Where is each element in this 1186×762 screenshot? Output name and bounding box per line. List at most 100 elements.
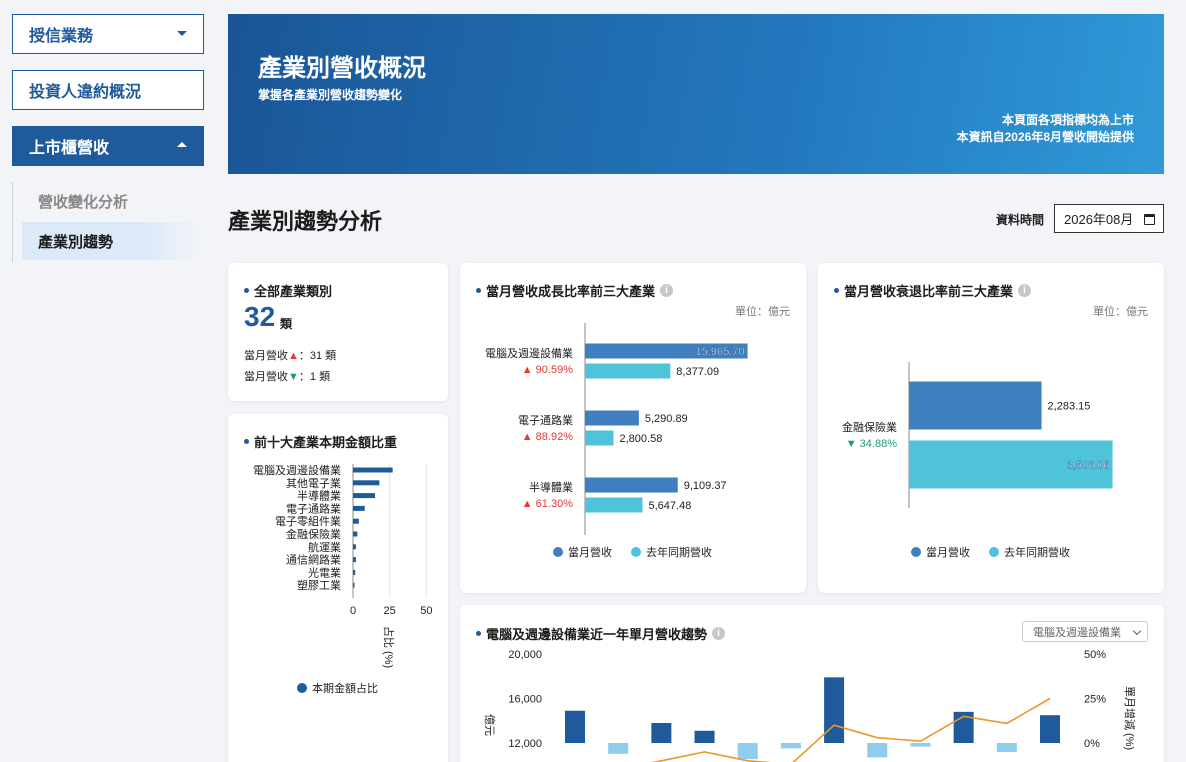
card-title-text: 當月營收成長比率前三大產業 <box>486 284 656 299</box>
industry-select-value: 電腦及週邊設備業 <box>1033 626 1121 639</box>
bar <box>353 480 380 486</box>
legend-label: 當月營收 <box>926 545 970 559</box>
industry-select[interactable]: 電腦及週邊設備業 <box>1022 621 1148 642</box>
decline-chart: 金融保險業 ▼ 34.88% 2,283.15 3,506.06 當月營收 去年同期營收 <box>842 362 1113 559</box>
category-label: 電子通路業 <box>518 414 573 427</box>
series-line <box>651 697 1051 762</box>
sidebar-subitem-industry-trend[interactable]: 產業別趨勢 <box>22 222 198 260</box>
banner-note-line: 本資訊自2026年8月營收開始提供 <box>956 130 1134 144</box>
info-icon[interactable]: i <box>712 627 726 640</box>
industry-count-unit: 類 <box>280 317 293 331</box>
card-title-text: 前十大產業本期金額比重 <box>254 435 398 450</box>
card-title: 電腦及週邊設備業近一年單月營收趨勢 i <box>476 624 726 643</box>
bullet-icon <box>834 288 839 293</box>
date-picker[interactable]: 2026年08月 <box>1054 204 1164 233</box>
down-arrow-icon: ▼ <box>288 371 299 383</box>
banner-note-line: 本頁面各項指標均為上市 <box>1001 113 1134 127</box>
card-title-text: 全部產業類別 <box>254 284 333 299</box>
bar <box>353 544 356 550</box>
page-subtitle: 掌握各產業別營收趨勢變化 <box>258 88 403 102</box>
legend-label: 本期金額占比 <box>312 681 378 695</box>
bullet-icon <box>244 288 249 293</box>
bar <box>694 730 715 743</box>
legend-marker <box>989 547 999 557</box>
y-tick-label: 12,000 <box>508 738 542 750</box>
legend-label: 去年同期營收 <box>646 545 712 559</box>
change-bar <box>737 743 758 760</box>
legend-marker <box>911 547 921 557</box>
date-label: 資料時間 <box>996 213 1045 227</box>
change-rate: ▲ 88.92% <box>522 431 573 443</box>
bar <box>651 722 672 743</box>
sidebar-item-revenue[interactable]: 上市櫃營收 <box>12 126 204 166</box>
sidebar-subitem-label: 產業別趨勢 <box>38 233 114 251</box>
bar <box>1040 715 1060 743</box>
bullet-icon <box>476 288 481 293</box>
legend-label: 去年同期營收 <box>1004 545 1070 559</box>
x-tick-label: 50 <box>420 605 432 617</box>
section-title: 產業別趨勢分析 <box>228 209 383 234</box>
sidebar-item-label: 投資人違約概況 <box>29 84 142 101</box>
y-right-tick-label: 25% <box>1084 694 1106 706</box>
card-title: 當月營收成長比率前三大產業 i <box>476 281 674 300</box>
bar <box>353 505 365 511</box>
down-count-value: ：1 類 <box>298 371 331 383</box>
bar <box>353 569 356 575</box>
category-label: 半導體業 <box>529 480 573 494</box>
up-arrow-icon: ▲ <box>288 350 299 362</box>
bar <box>565 710 585 743</box>
change-bar <box>996 743 1017 752</box>
category-label: 航運業 <box>308 540 341 554</box>
sidebar-item-credit[interactable]: 授信業務 <box>12 14 204 54</box>
sidebar-subitem-analysis[interactable]: 營收變化分析 <box>22 182 198 220</box>
x-tick-label: 25 <box>384 605 396 617</box>
bar <box>353 582 355 588</box>
down-count-label: 當月營收 <box>244 371 288 383</box>
legend-label: 當月營收 <box>568 545 612 559</box>
y-right-axis-label: 單月增減 (%) <box>1123 686 1137 750</box>
change-bar <box>608 743 629 754</box>
calendar-icon[interactable] <box>1144 214 1155 225</box>
down-count: 當月營收▼：1 類 <box>244 368 330 384</box>
sidebar-item-label: 上市櫃營收 <box>29 140 110 157</box>
y-tick-label: 20,000 <box>508 649 542 661</box>
category-label: 光電業 <box>308 565 341 579</box>
category-label: 其他電子業 <box>286 477 341 490</box>
category-label: 電子零組件業 <box>275 515 341 528</box>
category-label: 通信網路業 <box>286 553 341 567</box>
info-icon[interactable]: i <box>660 284 674 297</box>
banner-note: 本頁面各項指標均為上市 本資訊自2026年8月營收開始提供 <box>957 112 1134 146</box>
decline-card: 當月營收衰退比率前三大產業 i 單位：億元 金融保險業 ▼ 34.88% 2,283.… <box>818 263 1164 593</box>
y-right-tick-label: 0% <box>1084 738 1100 750</box>
change-bar <box>910 743 931 747</box>
change-rate: ▲ 61.30% <box>522 498 573 510</box>
page-banner: 產業別營收概況 掌握各產業別營收趨勢變化 本頁面各項指標均為上市 本資訊自202… <box>228 14 1164 174</box>
category-label: 金融保險業 <box>842 420 897 434</box>
up-count: 當月營收▲：31 類 <box>244 347 336 363</box>
sidebar-subitem-label: 營收變化分析 <box>38 193 129 211</box>
bullet-icon <box>244 439 249 444</box>
category-label: 半導體業 <box>297 489 341 503</box>
data-label: 3,506.06 <box>1067 460 1110 472</box>
bar <box>353 467 393 473</box>
bullet-icon <box>476 631 481 636</box>
change-rate: ▼ 34.88% <box>846 438 897 450</box>
y-axis-label: 億元 <box>483 714 496 736</box>
growth-card: 當月營收成長比率前三大產業 i 單位：億元 電腦及週邊設備業 ▲ 90.59% 15,… <box>460 263 806 593</box>
info-icon[interactable]: i <box>1018 284 1032 297</box>
card-title: 前十大產業本期金額比重 <box>244 432 397 451</box>
card-title: 當月營收衰退比率前三大產業 i <box>834 281 1032 300</box>
sidebar-item-default[interactable]: 投資人違約概況 <box>12 70 204 110</box>
bar <box>585 497 643 513</box>
change-rate: ▲ 90.59% <box>522 364 573 376</box>
unit-label: 單位：億元 <box>735 306 790 318</box>
bar <box>353 531 358 537</box>
bar <box>585 430 614 446</box>
card-title: 全部產業類別 <box>244 281 332 300</box>
data-label: 2,283.15 <box>1048 401 1091 413</box>
top10-chart: 電腦及週邊設備業其他電子業半導體業電子通路業電子零組件業金融保險業航運業通信網路… <box>253 463 432 695</box>
bar <box>909 381 1042 430</box>
sidebar-item-label: 授信業務 <box>29 28 94 45</box>
growth-chart: 電腦及週邊設備業 ▲ 90.59% 15,965.70 8,377.09 電子通路業 ▲ … <box>485 323 748 559</box>
x-tick-label: 0 <box>350 605 356 617</box>
